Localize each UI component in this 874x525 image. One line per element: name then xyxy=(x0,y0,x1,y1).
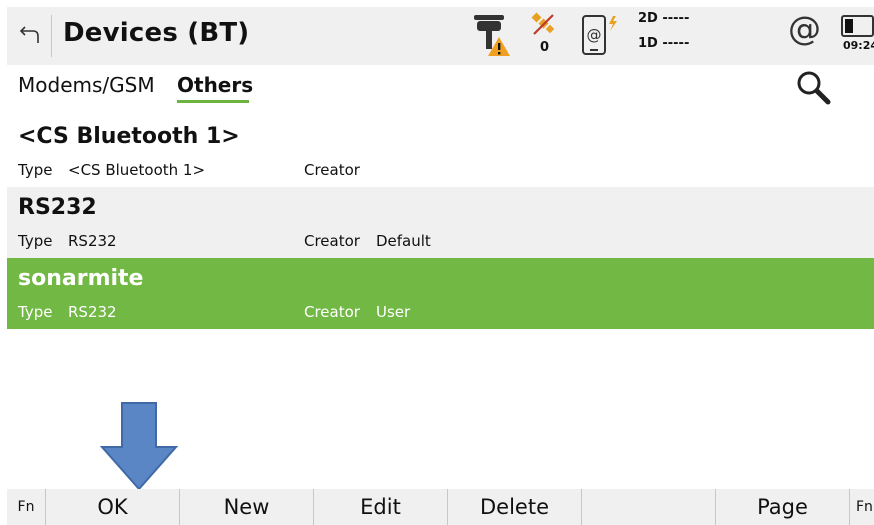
edit-button[interactable]: Edit xyxy=(314,489,447,525)
fn-left-button[interactable]: Fn xyxy=(7,489,45,525)
list-item[interactable]: <CS Bluetooth 1> Type <CS Bluetooth 1> C… xyxy=(7,116,874,187)
type-label: Type xyxy=(18,161,53,179)
list-item[interactable]: RS232 Type RS232 Creator Default xyxy=(7,187,874,258)
quality-2d: 2D ----- xyxy=(638,11,690,26)
empty-softkey[interactable] xyxy=(582,489,715,525)
creator-label: Creator xyxy=(304,161,360,179)
quality-1d: 1D ----- xyxy=(638,36,690,51)
active-tab-indicator xyxy=(177,100,249,103)
gps-antenna-warning-icon[interactable] xyxy=(471,13,511,57)
type-value: RS232 xyxy=(68,303,117,321)
search-icon[interactable] xyxy=(796,70,832,106)
ok-button[interactable]: OK xyxy=(46,489,179,525)
tab-others[interactable]: Others xyxy=(177,73,253,97)
fn-right-button[interactable]: Fn xyxy=(850,489,874,525)
list-item-selected[interactable]: sonarmite Type RS232 Creator User xyxy=(7,258,874,329)
creator-value: Default xyxy=(376,232,431,250)
new-button[interactable]: New xyxy=(180,489,313,525)
clock: 09:24 xyxy=(843,39,874,52)
softkey-bar: Fn OK New Edit Delete Page Fn xyxy=(7,489,874,525)
creator-label: Creator xyxy=(304,303,360,321)
page-button[interactable]: Page xyxy=(716,489,849,525)
device-name: <CS Bluetooth 1> xyxy=(18,124,240,149)
type-label: Type xyxy=(18,303,53,321)
down-arrow-annotation-icon xyxy=(100,402,178,491)
page-title: Devices (BT) xyxy=(63,18,250,48)
delete-button[interactable]: Delete xyxy=(448,489,581,525)
device-at-icon[interactable]: @ xyxy=(581,14,627,58)
creator-label: Creator xyxy=(304,232,360,250)
tab-modems-gsm[interactable]: Modems/GSM xyxy=(18,73,155,97)
satellite-icon[interactable] xyxy=(531,12,557,36)
creator-value: User xyxy=(376,303,411,321)
at-icon[interactable]: @ xyxy=(788,12,821,45)
battery-icon[interactable] xyxy=(841,15,874,37)
satellite-count: 0 xyxy=(540,40,550,55)
title-bar: Devices (BT) 0 @ 2D ----- 1D ----- @ 09:… xyxy=(7,7,874,65)
type-value: RS232 xyxy=(68,232,117,250)
device-name: RS232 xyxy=(18,195,97,220)
type-value: <CS Bluetooth 1> xyxy=(68,161,206,179)
device-name: sonarmite xyxy=(18,266,144,291)
type-label: Type xyxy=(18,232,53,250)
svg-text:@: @ xyxy=(587,26,602,44)
header-divider xyxy=(51,15,52,57)
back-icon[interactable] xyxy=(19,24,41,46)
